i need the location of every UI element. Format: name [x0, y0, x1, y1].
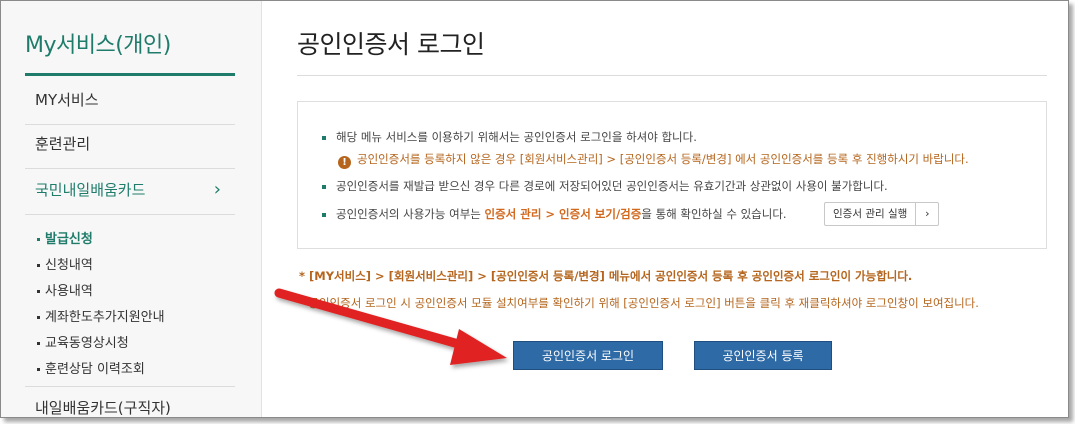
chevron-right-icon: ›: [213, 179, 221, 200]
submenu-label: 신청내역: [45, 258, 93, 273]
sidebar-title: My서비스(개인): [25, 33, 171, 58]
square-bullet-icon: [322, 184, 326, 189]
submenu-item-history[interactable]: 신청내역: [37, 253, 237, 279]
bullet-icon: [37, 238, 40, 241]
chevron-right-icon: ›: [915, 203, 938, 225]
sidebar-item-training[interactable]: 훈련관리: [25, 121, 235, 169]
sidebar: My서비스(개인) MY서비스 훈련관리 국민내일배움카드 › 발급신청 신청내…: [1, 1, 262, 417]
info-text: 공인인증서를 재발급 받으신 경우 다른 경로에 저장되어있던 공인인증서는 유…: [336, 179, 888, 193]
info-line-3: 공인인증서의 사용가능 여부는 인증서 관리 > 인증서 보기/검증을 통해 확…: [322, 206, 787, 222]
window-frame: My서비스(개인) MY서비스 훈련관리 국민내일배움카드 › 발급신청 신청내…: [0, 0, 1069, 418]
submenu-item-consult[interactable]: 훈련상담 이력조회: [37, 357, 237, 383]
info-text: 해당 메뉴 서비스를 이용하기 위해서는 공인인증서 로그인을 하셔야 합니다.: [336, 130, 697, 144]
sidebar-item-jobseeker-card[interactable]: 내일배움카드(구직자): [35, 397, 171, 417]
title-divider: [297, 75, 1047, 76]
note-register: * [MY서비스] > [회원서비스관리] > [공인인증서 등록/변경] 메뉴…: [299, 269, 913, 283]
bullet-icon: [37, 316, 40, 319]
square-bullet-icon: [322, 212, 326, 217]
info-text: 공인인증서의 사용가능 여부는: [336, 207, 481, 221]
annotation-arrow-icon: [274, 288, 507, 365]
bullet-icon: [37, 264, 40, 267]
submenu-label: 발급신청: [45, 232, 93, 247]
submenu-item-usage[interactable]: 사용내역: [37, 279, 237, 305]
sidebar-item-learning-card[interactable]: 국민내일배움카드 ›: [25, 167, 235, 215]
submenu-item-apply[interactable]: 발급신청: [37, 227, 237, 253]
divider: [25, 386, 235, 387]
square-bullet-icon: [322, 135, 326, 140]
submenu-label: 훈련상담 이력조회: [45, 362, 145, 377]
submenu-item-video[interactable]: 교육동영상시청: [37, 331, 237, 357]
sidebar-item-my-service[interactable]: MY서비스: [25, 77, 235, 125]
info-text: 을 통해 확인하실 수 있습니다.: [641, 207, 787, 221]
cert-manager-button[interactable]: 인증서 관리 실행 ›: [824, 202, 940, 226]
page-title: 공인인증서 로그인: [297, 30, 485, 59]
submenu-item-limit[interactable]: 계좌한도추가지원안내: [37, 305, 237, 331]
bullet-icon: [37, 290, 40, 293]
sidebar-item-label: 국민내일배움카드: [35, 181, 146, 199]
cert-manager-label: 인증서 관리 실행: [833, 208, 908, 220]
bullet-icon: [37, 368, 40, 371]
cert-login-button[interactable]: 공인인증서 로그인: [513, 341, 663, 370]
submenu-label: 사용내역: [45, 284, 93, 299]
info-line-1: 해당 메뉴 서비스를 이용하기 위해서는 공인인증서 로그인을 하셔야 합니다.: [322, 129, 697, 145]
cert-menu-highlight: 인증서 관리 > 인증서 보기/검증: [484, 207, 642, 221]
warning-icon: !: [338, 156, 351, 169]
submenu-label: 교육동영상시청: [45, 336, 129, 351]
cert-register-button[interactable]: 공인인증서 등록: [694, 341, 832, 370]
bullet-icon: [37, 342, 40, 345]
sidebar-title-rule: [25, 73, 235, 76]
submenu-label: 계좌한도추가지원안내: [45, 310, 165, 325]
info-box: 해당 메뉴 서비스를 이용하기 위해서는 공인인증서 로그인을 하셔야 합니다.…: [297, 101, 1047, 249]
sidebar-item-label: MY서비스: [35, 91, 99, 109]
info-line-2: 공인인증서를 재발급 받으신 경우 다른 경로에 저장되어있던 공인인증서는 유…: [322, 178, 888, 194]
warning-line: ! 공인인증서를 등록하지 않은 경우 [회원서비스관리] > [공인인증서 등록…: [338, 151, 969, 169]
sidebar-item-label: 훈련관리: [35, 135, 91, 153]
warning-text: 공인인증서를 등록하지 않은 경우 [회원서비스관리] > [공인인증서 등록/…: [357, 152, 969, 166]
submenu: 발급신청 신청내역 사용내역 계좌한도추가지원안내 교육동영상시청 훈련상담 이…: [37, 227, 237, 383]
